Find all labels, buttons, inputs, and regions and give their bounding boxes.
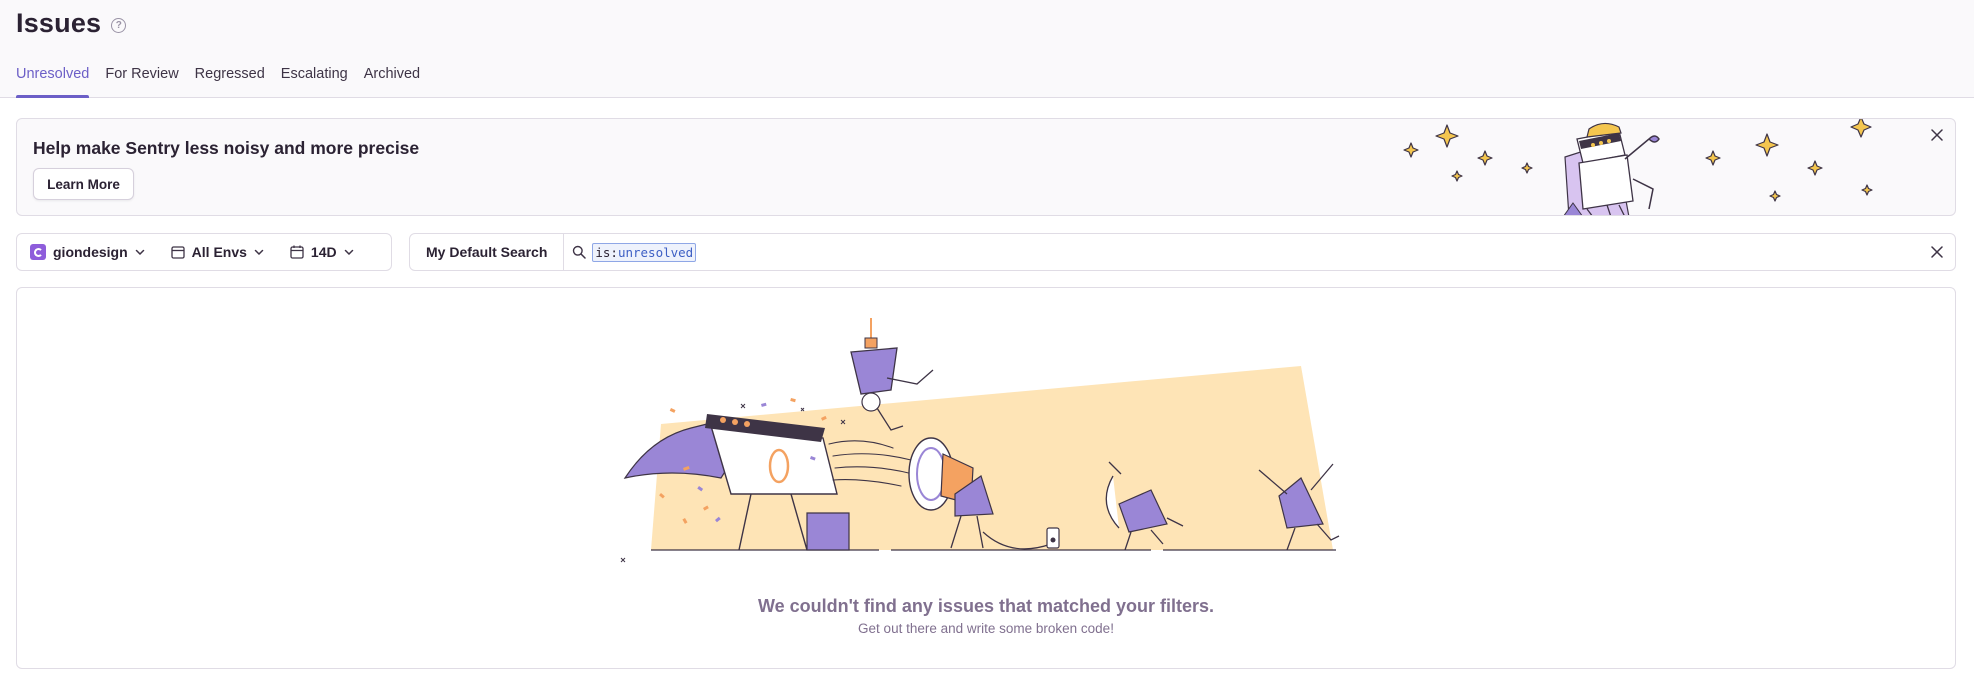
promo-banner: Help make Sentry less noisy and more pre… (16, 118, 1956, 216)
tab-archived[interactable]: Archived (364, 64, 420, 98)
search-token-value: unresolved (617, 244, 694, 260)
environment-selector[interactable]: All Envs (158, 234, 277, 270)
saved-search-button[interactable]: My Default Search (410, 234, 565, 270)
issue-tabs: Unresolved For Review Regressed Escalati… (16, 64, 420, 98)
banner-illustration (1403, 119, 1873, 215)
project-label: giondesign (53, 244, 128, 260)
title-row: Issues ? (16, 8, 127, 39)
chevron-down-icon (135, 249, 144, 256)
page-title: Issues (16, 8, 102, 38)
clear-search-icon[interactable] (1929, 244, 1945, 260)
empty-state-panel: We couldn't find any issues that matched… (16, 287, 1956, 669)
tab-unresolved[interactable]: Unresolved (16, 64, 90, 98)
help-icon[interactable]: ? (111, 18, 127, 33)
page-filter-bar: giondesign All Envs 14D (16, 233, 392, 271)
page-header: Issues ? Unresolved For Review Regressed… (0, 0, 1974, 98)
search-token[interactable]: is: unresolved (592, 242, 697, 262)
chevron-down-icon (344, 249, 353, 256)
calendar-icon (171, 246, 185, 259)
date-range-label: 14D (310, 244, 337, 260)
calendar-icon (290, 245, 304, 259)
search-icon (572, 245, 587, 259)
empty-state-subtitle: Get out there and write some broken code… (858, 621, 1114, 636)
environment-label: All Envs (191, 244, 247, 260)
issue-search-bar: My Default Search is: unresolved (409, 233, 1956, 271)
banner-title: Help make Sentry less noisy and more pre… (33, 138, 420, 158)
chevron-down-icon (254, 249, 264, 256)
close-icon[interactable] (1929, 127, 1945, 143)
project-selector[interactable]: giondesign (17, 234, 158, 270)
tab-for-review[interactable]: For Review (105, 64, 178, 98)
search-token-key: is: (595, 244, 618, 260)
project-icon (30, 244, 46, 260)
tab-regressed[interactable]: Regressed (195, 64, 265, 98)
empty-state-title: We couldn't find any issues that matched… (757, 596, 1215, 616)
tab-escalating[interactable]: Escalating (281, 64, 348, 98)
empty-state-illustration (620, 318, 1340, 563)
date-range-selector[interactable]: 14D (277, 234, 367, 270)
learn-more-button[interactable]: Learn More (33, 168, 134, 200)
search-input[interactable] (696, 234, 1929, 270)
